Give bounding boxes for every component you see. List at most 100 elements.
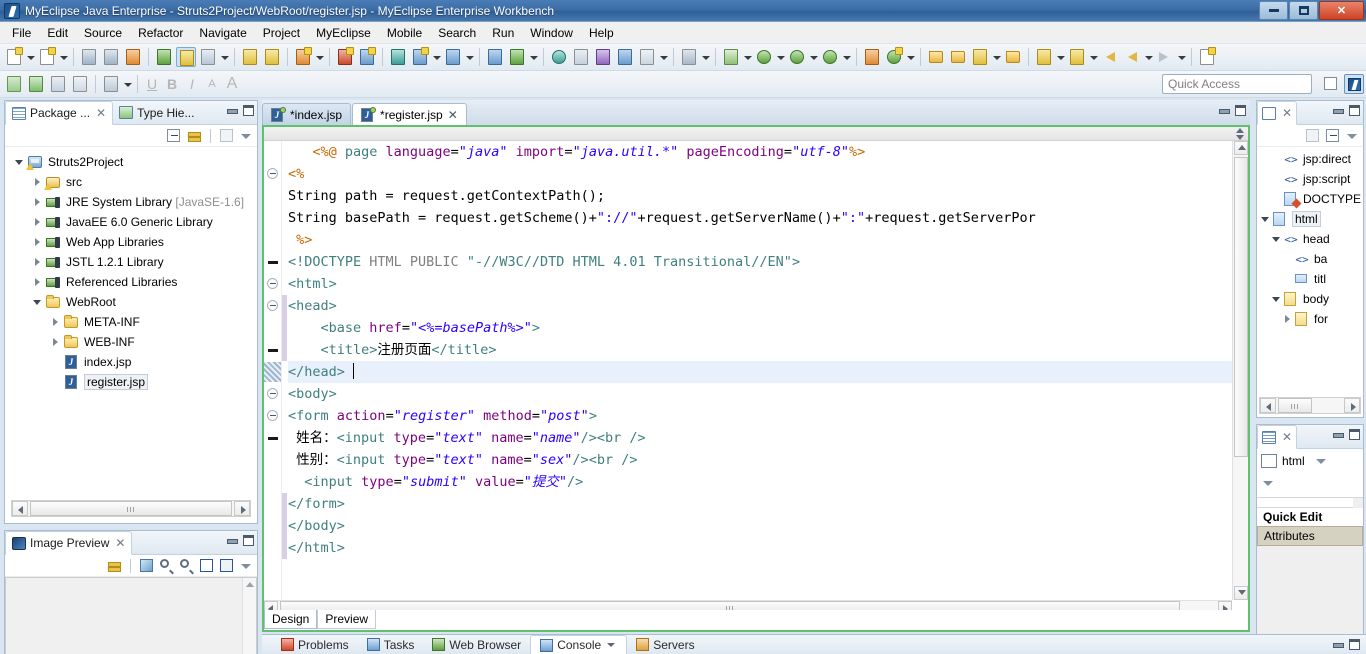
menu-item-project[interactable]: Project	[255, 23, 308, 43]
editor-gutter[interactable]	[264, 141, 282, 600]
new-jsp-dropdown[interactable]	[58, 47, 69, 67]
extra-dropdown[interactable]	[658, 47, 669, 67]
forward-button[interactable]	[1155, 47, 1175, 67]
editor-tab-index-jsp[interactable]: *index.jsp	[262, 103, 351, 125]
new-jsp-button[interactable]	[37, 47, 57, 67]
print-button[interactable]	[123, 47, 143, 67]
code-line[interactable]: 姓名：<input type="text" name="name"/><br /…	[288, 427, 1232, 449]
deploy-button[interactable]	[176, 47, 196, 67]
image-preview-vscrollbar[interactable]	[242, 578, 256, 654]
back-dropdown[interactable]	[1143, 47, 1154, 67]
accessibility-button[interactable]	[101, 74, 121, 94]
properties-element-dropdown[interactable]	[1314, 453, 1328, 469]
previous-edit-button[interactable]	[1067, 47, 1087, 67]
scroll-down-button[interactable]	[1234, 586, 1248, 600]
maximize-icon[interactable]	[243, 105, 254, 116]
tree-item-src[interactable]: src	[5, 172, 257, 192]
tab-outline[interactable]: ✕	[1257, 101, 1297, 125]
code-line[interactable]: String basePath = request.getScheme()+":…	[288, 207, 1232, 229]
new-package-button[interactable]	[357, 47, 377, 67]
menu-item-source[interactable]: Source	[76, 23, 130, 43]
tab-type-hie[interactable]: Type Hie...	[113, 101, 200, 124]
editor-page-tab-preview[interactable]: Preview	[317, 610, 376, 629]
previous-edit-dropdown[interactable]	[1088, 47, 1099, 67]
view-menu-icon[interactable]	[239, 128, 253, 144]
collapse-all-icon[interactable]	[1325, 128, 1341, 144]
next-annotation-button[interactable]	[240, 47, 260, 67]
minimize-icon[interactable]	[1332, 105, 1343, 116]
outline-twisty-open[interactable]	[1270, 289, 1281, 309]
minimize-icon[interactable]	[1218, 105, 1229, 116]
perspective-myeclipse-java-enterprise[interactable]	[1344, 74, 1364, 94]
run-history-button[interactable]	[787, 47, 807, 67]
build-dropdown[interactable]	[219, 47, 230, 67]
last-edit-location-button[interactable]	[1034, 47, 1054, 67]
code-line[interactable]: </body>	[288, 515, 1232, 537]
code-line[interactable]: <%@ page language="java" import="java.ut…	[288, 141, 1232, 163]
collapse-all-icon[interactable]	[166, 128, 182, 144]
report-button[interactable]	[615, 47, 635, 67]
run-button[interactable]	[754, 47, 774, 67]
code-line[interactable]: </html>	[288, 537, 1232, 559]
scroll-right-button[interactable]	[1344, 398, 1360, 413]
menu-item-mobile[interactable]: Mobile	[379, 23, 430, 43]
deploy-dropdown[interactable]	[431, 47, 442, 67]
menu-item-file[interactable]: File	[4, 23, 39, 43]
new-java-class-button[interactable]	[862, 47, 882, 67]
fold-collapse-icon[interactable]	[267, 388, 279, 400]
code-line[interactable]: %>	[288, 229, 1232, 251]
menu-item-refactor[interactable]: Refactor	[130, 23, 191, 43]
maximize-icon[interactable]	[1349, 639, 1360, 650]
manage-deployments-dropdown[interactable]	[464, 47, 475, 67]
scroll-up-button[interactable]	[1234, 141, 1248, 155]
tree-item-jre-system-library[interactable]: JRE System Library [JavaSE-1.6]	[5, 192, 257, 212]
menu-item-run[interactable]: Run	[484, 23, 522, 43]
editor-vscrollbar[interactable]	[1232, 141, 1248, 600]
zoom-in-icon[interactable]	[179, 558, 195, 574]
tree-twisty-closed[interactable]	[31, 172, 45, 192]
bottom-tab-problems[interactable]: Problems	[272, 635, 358, 654]
deploy-app-button[interactable]	[410, 47, 430, 67]
extra-button[interactable]	[637, 47, 657, 67]
maximize-icon[interactable]	[243, 535, 254, 546]
minimize-icon[interactable]	[1332, 429, 1343, 440]
view-menu-icon[interactable]	[239, 558, 253, 574]
italic-button[interactable]: I	[182, 74, 202, 94]
design-view-button[interactable]	[48, 74, 68, 94]
editor-tab-register-jsp[interactable]: *register.jsp✕	[352, 103, 467, 125]
new-wizard-button[interactable]	[4, 47, 24, 67]
scroll-right-button[interactable]	[234, 501, 250, 516]
code-line[interactable]: <html>	[288, 273, 1232, 295]
outline-item-ba[interactable]: <>ba	[1257, 249, 1363, 269]
search-button[interactable]	[884, 47, 904, 67]
increase-font-button[interactable]: A	[222, 74, 242, 94]
code-line[interactable]: <title>注册页面</title>	[288, 339, 1232, 361]
fold-collapse-icon[interactable]	[267, 278, 279, 290]
manage-deployments-button[interactable]	[443, 47, 463, 67]
maximize-icon[interactable]	[1349, 105, 1360, 116]
tree-twisty-open[interactable]	[13, 152, 27, 172]
start-server-button[interactable]	[507, 47, 527, 67]
tree-item-web-app-libraries[interactable]: Web App Libraries	[5, 232, 257, 252]
close-icon[interactable]: ✕	[1282, 106, 1292, 120]
underline-button[interactable]: U	[142, 74, 162, 94]
tree-twisty-closed[interactable]	[31, 232, 45, 252]
tab-package[interactable]: Package ...✕	[5, 101, 113, 125]
outline-item-head[interactable]: <>head	[1257, 229, 1363, 249]
server-config-button[interactable]	[485, 47, 505, 67]
menu-item-search[interactable]: Search	[430, 23, 484, 43]
open-perspective-button[interactable]	[1321, 74, 1341, 94]
close-icon[interactable]: ✕	[1282, 430, 1292, 444]
last-edit-dropdown[interactable]	[1055, 47, 1066, 67]
code-line[interactable]: <form action="register" method="post">	[288, 405, 1232, 427]
close-icon[interactable]: ✕	[448, 108, 458, 122]
minimize-button[interactable]	[1259, 1, 1288, 20]
menu-item-navigate[interactable]: Navigate	[191, 23, 254, 43]
tree-twisty-closed[interactable]	[31, 192, 45, 212]
close-button[interactable]: ✕	[1319, 1, 1364, 20]
search-dropdown[interactable]	[905, 47, 916, 67]
tree-twisty-closed[interactable]	[31, 212, 45, 232]
tree-twisty-closed[interactable]	[31, 252, 45, 272]
outline-twisty-closed[interactable]	[1281, 309, 1292, 329]
quick-fix-button[interactable]	[970, 47, 990, 67]
